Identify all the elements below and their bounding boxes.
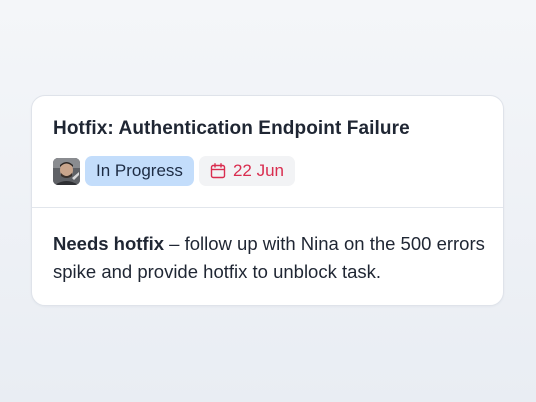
note-emphasis: Needs hotfix	[53, 233, 165, 254]
avatar-image	[53, 157, 80, 185]
status-badge[interactable]: In Progress	[85, 156, 194, 186]
task-note: Needs hotfix – follow up with Nina on th…	[53, 230, 493, 286]
task-card[interactable]: Hotfix: Authentication Endpoint Failure …	[31, 95, 504, 306]
calendar-icon	[210, 163, 226, 179]
assignee-avatar[interactable]	[53, 157, 80, 185]
task-card-header: Hotfix: Authentication Endpoint Failure …	[32, 96, 503, 208]
task-meta-row: In Progress 22 Jun	[53, 156, 295, 186]
due-date-text: 22 Jun	[232, 161, 284, 180]
task-title[interactable]: Hotfix: Authentication Endpoint Failure	[53, 118, 410, 140]
due-date-badge[interactable]: 22 Jun	[198, 156, 295, 186]
